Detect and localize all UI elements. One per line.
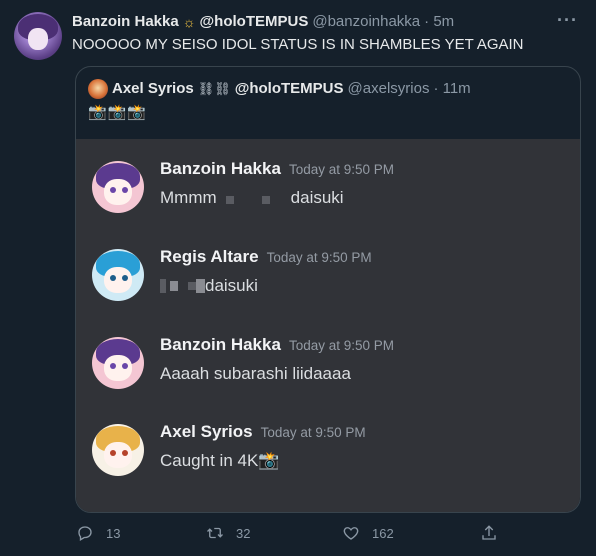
more-icon[interactable]: ···: [557, 10, 578, 31]
retweet-count: 32: [236, 525, 251, 541]
quote-author-name: Axel Syrios: [112, 80, 194, 97]
discord-message: Axel Syrios Today at 9:50 PM Caught in 4K…: [92, 422, 572, 482]
message-text: daisuki: [160, 276, 258, 296]
author-name: Regis Altare: [160, 247, 259, 266]
tweet-actions: 13 32 162: [72, 524, 580, 548]
quoted-tweet[interactable]: Axel Syrios ⛓⛓ @holoTEMPUS @axelsyrios ·…: [75, 66, 581, 513]
retweet-icon: [207, 527, 223, 539]
censor-block: [261, 196, 270, 204]
author-name-suffix[interactable]: @holoTEMPUS: [200, 12, 309, 32]
discord-message: Banzoin Hakka Today at 9:50 PM Aaaah suba…: [92, 335, 572, 395]
share-button[interactable]: [480, 524, 498, 542]
like-button[interactable]: 162: [342, 524, 394, 542]
user-avatar: [92, 424, 144, 476]
reply-button[interactable]: 13: [76, 524, 120, 542]
quote-avatar: [88, 79, 108, 99]
share-icon: [482, 525, 496, 540]
message-author: Banzoin Hakka Today at 9:50 PM: [160, 335, 394, 355]
sun-icon: ☼: [182, 14, 196, 30]
message-text: Caught in 4K📸: [160, 451, 280, 470]
discord-screenshot[interactable]: Banzoin Hakka Today at 9:50 PM Mmmm daisu…: [76, 139, 580, 512]
author-name: Axel Syrios: [160, 422, 253, 441]
like-count: 162: [372, 525, 394, 541]
discord-message: Banzoin Hakka Today at 9:50 PM Mmmm daisu…: [92, 159, 572, 219]
user-avatar: [92, 337, 144, 389]
like-icon: [343, 527, 359, 540]
retweet-button[interactable]: 32: [206, 524, 250, 542]
quote-header: Axel Syrios ⛓⛓ @holoTEMPUS @axelsyrios ·…: [88, 79, 570, 99]
author-name: Banzoin Hakka: [160, 335, 281, 354]
censor-block: [160, 279, 166, 293]
censor-block: [196, 279, 205, 293]
message-timestamp: Today at 9:50 PM: [288, 162, 394, 177]
message-timestamp: Today at 9:50 PM: [266, 250, 372, 265]
tweet-header: Banzoin Hakka ☼ @holoTEMPUS @banzoinhakk…: [72, 12, 546, 32]
chain-icon: ⛓⛓: [197, 81, 231, 96]
tweet-time[interactable]: · 5m: [424, 12, 454, 32]
message-text-start: Mmmm: [160, 188, 217, 207]
message-text-end: daisuki: [290, 188, 344, 207]
user-avatar: [92, 249, 144, 301]
message-author: Axel Syrios Today at 9:50 PM: [160, 422, 366, 442]
quote-author-suffix: @holoTEMPUS: [234, 80, 344, 97]
censor-block: [170, 281, 178, 291]
author-name: Banzoin Hakka: [160, 159, 281, 178]
message-author: Banzoin Hakka Today at 9:50 PM: [160, 159, 394, 179]
quote-handle: @axelsyrios: [347, 80, 430, 97]
message-author: Regis Altare Today at 9:50 PM: [160, 247, 372, 267]
quote-time: · 11m: [433, 80, 471, 97]
author-name[interactable]: Banzoin Hakka: [72, 12, 179, 32]
message-text: Aaaah subarashi liidaaaa: [160, 364, 351, 383]
message-text-end: daisuki: [205, 276, 258, 295]
reply-count: 13: [106, 525, 121, 541]
author-avatar[interactable]: [14, 12, 62, 60]
censor-block: [188, 282, 196, 290]
quote-text: 📸📸📸: [88, 104, 148, 121]
censor-block: [225, 196, 234, 204]
message-text: Mmmm daisuki: [160, 188, 344, 208]
message-timestamp: Today at 9:50 PM: [260, 425, 366, 440]
tweet-text: NOOOOO MY SEISO IDOL STATUS IS IN SHAMBL…: [72, 36, 524, 53]
discord-message: Regis Altare Today at 9:50 PM daisuki: [92, 247, 572, 307]
reply-icon: [78, 526, 92, 541]
author-handle[interactable]: @banzoinhakka: [312, 12, 420, 32]
user-avatar: [92, 161, 144, 213]
message-timestamp: Today at 9:50 PM: [288, 338, 394, 353]
